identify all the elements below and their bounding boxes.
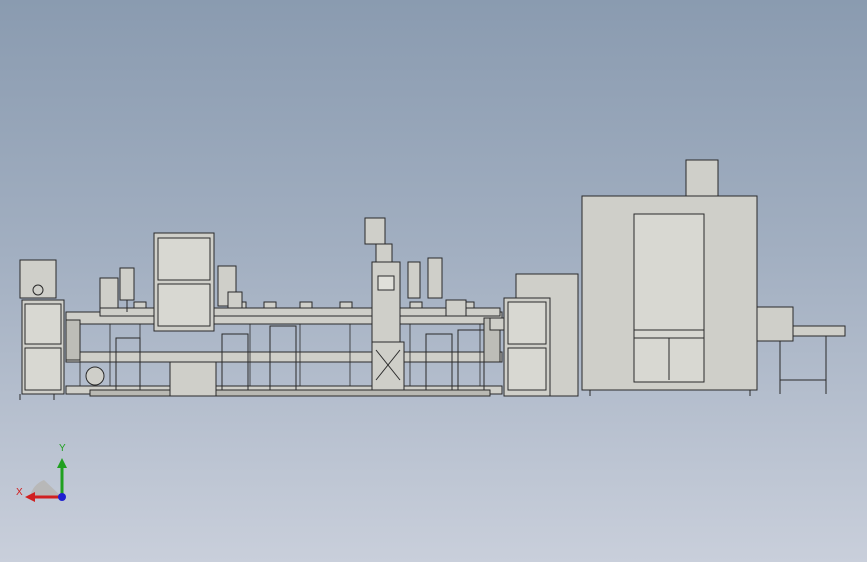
- press-module-2[interactable]: [217, 265, 243, 309]
- triad-x-label: X: [16, 487, 23, 498]
- exit-conveyor[interactable]: [756, 306, 846, 394]
- graphics-viewport[interactable]: Y X: [0, 0, 867, 562]
- left-control-cabinet[interactable]: [19, 259, 65, 400]
- press-module-1[interactable]: [99, 267, 135, 312]
- main-conveyor-base[interactable]: [65, 311, 503, 397]
- base-box[interactable]: [169, 361, 217, 397]
- large-machine-enclosure[interactable]: [581, 159, 758, 396]
- assembly-drawing[interactable]: [0, 0, 867, 562]
- z-axis-dot: [58, 493, 66, 501]
- station-cabinet-1[interactable]: [153, 232, 215, 332]
- central-press-tower[interactable]: [364, 217, 405, 391]
- triad-y-label: Y: [59, 443, 66, 454]
- right-control-cabinet[interactable]: [503, 273, 579, 397]
- coordinate-triad: [25, 458, 67, 502]
